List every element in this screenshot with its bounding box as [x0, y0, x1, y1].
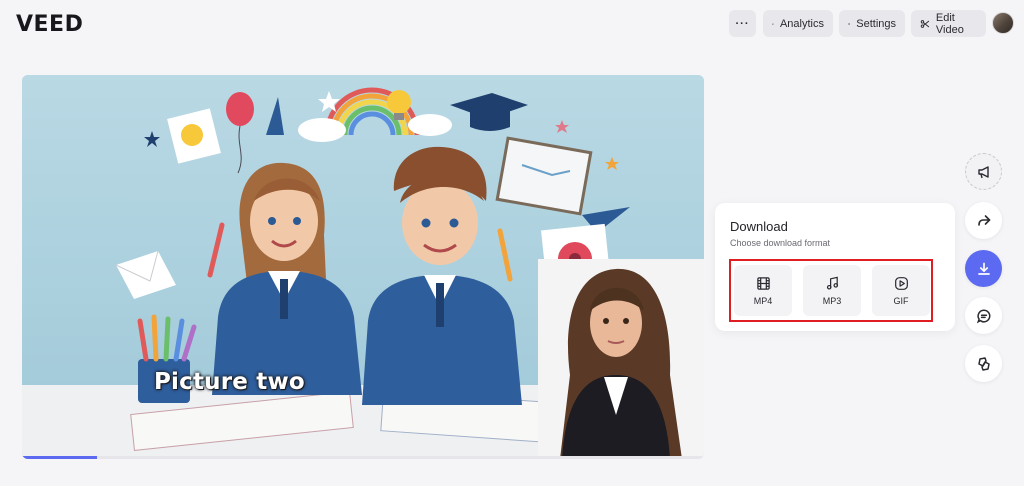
edit-video-label: Edit Video	[935, 11, 964, 36]
more-options-button[interactable]: ···	[729, 10, 756, 37]
music-note-icon	[826, 276, 838, 290]
format-mp3-button[interactable]: MP3	[803, 265, 861, 316]
reaction-button[interactable]	[965, 345, 1002, 382]
format-mp4-label: MP4	[753, 295, 773, 306]
veed-logo[interactable]: VEED	[16, 12, 83, 37]
megaphone-icon	[977, 165, 989, 178]
gear-icon	[848, 22, 851, 25]
playback-progress-fill	[22, 456, 98, 459]
play-circle-icon	[894, 276, 908, 290]
format-options-highlight: MP4 MP3 GIF	[729, 259, 933, 322]
comment-button[interactable]	[965, 297, 1002, 334]
more-options-label: ···	[735, 17, 750, 30]
edit-video-button[interactable]: Edit Video	[911, 10, 986, 37]
download-subtitle: Choose download format	[730, 238, 831, 248]
top-bar: VEED ··· Analytics Settings Edit Video	[0, 0, 1024, 50]
share-button[interactable]	[965, 202, 1002, 239]
reaction-icon	[977, 356, 990, 371]
film-icon	[756, 276, 770, 290]
share-arrow-icon	[977, 214, 990, 226]
analytics-button[interactable]: Analytics	[763, 10, 833, 37]
settings-button[interactable]: Settings	[839, 10, 905, 37]
chart-line-icon	[772, 22, 774, 25]
download-icon	[977, 262, 990, 275]
format-gif-button[interactable]: GIF	[872, 265, 930, 316]
playback-progress-bar[interactable]	[22, 456, 704, 459]
video-player[interactable]: Picture two	[22, 75, 704, 459]
comment-icon	[976, 308, 990, 323]
download-panel: Download Choose download format MP4 MP3	[715, 203, 955, 331]
download-button[interactable]	[965, 250, 1002, 287]
analytics-label: Analytics	[779, 17, 824, 30]
video-caption: Picture two	[154, 369, 305, 395]
download-title: Download	[730, 219, 788, 234]
format-gif-label: GIF	[893, 295, 909, 306]
video-frame-illustration	[22, 75, 704, 459]
format-mp3-label: MP3	[822, 295, 842, 306]
format-mp4-button[interactable]: MP4	[734, 265, 792, 316]
scissors-icon	[920, 19, 930, 28]
settings-label: Settings	[856, 17, 896, 30]
user-avatar[interactable]	[992, 12, 1014, 34]
announce-button[interactable]	[965, 153, 1002, 190]
